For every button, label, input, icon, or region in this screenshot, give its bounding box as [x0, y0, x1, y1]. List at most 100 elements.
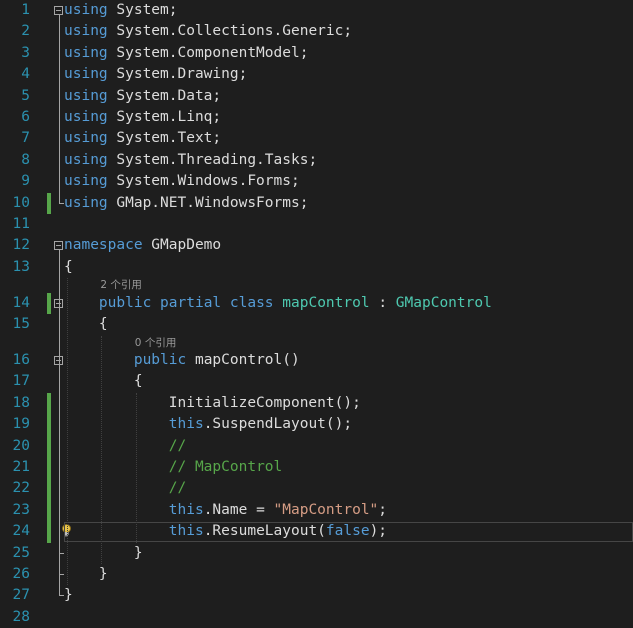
line-number: 16	[12, 352, 30, 368]
code-line[interactable]: // MapControl	[64, 457, 283, 478]
code-line[interactable]: {	[64, 257, 73, 278]
code-line[interactable]: this.ResumeLayout(false);	[64, 521, 387, 542]
code-token-plain: }	[64, 566, 108, 582]
outline-guide-line	[59, 15, 60, 203]
code-line[interactable]: {	[64, 314, 108, 335]
code-editor[interactable]: 1 2 3 4 5 6 7 8 9 10 11 12 13 14 15 16 17 18 19 20 21 22 23 24 2…	[0, 0, 633, 625]
codelens-references[interactable]: 2 个引用	[100, 279, 142, 291]
code-token-plain: System.Linq;	[107, 109, 222, 125]
change-tracking-bar	[47, 292, 51, 315]
line-number: 17	[12, 373, 30, 390]
line-number: 15	[12, 316, 30, 333]
code-line[interactable]: using System.Drawing;	[64, 64, 247, 85]
code-token-keyword: using	[64, 130, 108, 147]
code-line[interactable]: using System;	[64, 0, 178, 21]
line-number: 22	[12, 480, 30, 497]
code-line[interactable]: }	[64, 564, 108, 585]
code-token-plain: ;	[378, 501, 388, 518]
code-line[interactable]: using System.ComponentModel;	[64, 43, 308, 64]
code-token-keyword: using	[64, 44, 108, 61]
change-tracking-bar	[47, 192, 51, 214]
line-number: 18	[12, 394, 30, 411]
collapse-class-icon[interactable]	[54, 298, 63, 308]
line-number: 27	[12, 587, 30, 604]
code-token-keyword: using	[64, 194, 108, 211]
code-text-area[interactable]: using System; using System.Collections.Ge…	[64, 0, 633, 622]
code-token-plain: System;	[107, 2, 178, 18]
line-number: 21	[12, 459, 30, 475]
line-number: 3	[21, 44, 30, 61]
codelens-references[interactable]: 0 个引用	[135, 337, 177, 349]
code-token-plain: System.Data;	[107, 87, 222, 104]
collapse-method-icon[interactable]	[54, 356, 63, 365]
indent-guide	[67, 278, 68, 586]
code-line[interactable]: //	[64, 478, 186, 499]
indent-guide	[101, 335, 103, 564]
code-line[interactable]: using System.Threading.Tasks;	[64, 150, 317, 171]
line-number: 14	[12, 294, 30, 311]
glyph-margin	[30, 0, 71, 622]
code-token-plain: GMapDemo	[142, 237, 222, 254]
line-number: 9	[21, 173, 30, 190]
line-number: 6	[21, 109, 30, 125]
code-line[interactable]: using System.Linq;	[64, 107, 221, 128]
code-token-keyword: false	[325, 523, 370, 540]
collapse-usings-icon[interactable]	[54, 6, 63, 15]
code-token-plain: :	[369, 294, 396, 311]
line-number: 11	[12, 216, 30, 232]
line-number: 23	[12, 501, 30, 518]
code-line[interactable]: //	[64, 436, 186, 457]
line-number: 2	[21, 23, 30, 40]
line-number: 1	[21, 2, 30, 18]
code-token-keyword: public	[133, 352, 187, 368]
code-token-keyword: using	[64, 173, 108, 190]
code-token-plain: System.Threading.Tasks;	[107, 151, 318, 168]
code-token-plain: System.Windows.Forms;	[107, 173, 300, 190]
code-line[interactable]: using System.Data;	[64, 86, 221, 107]
code-token-keyword: this	[168, 501, 204, 518]
indent-guide	[135, 392, 137, 543]
code-line[interactable]: this.SuspendLayout();	[64, 414, 352, 435]
code-line[interactable]: }	[64, 543, 143, 564]
code-line[interactable]: }	[64, 585, 73, 606]
code-line[interactable]: public partial class mapControl : GMapCo…	[64, 293, 492, 314]
code-line[interactable]: this.Name = "MapControl";	[64, 500, 387, 521]
code-token-plain: System.Drawing;	[107, 66, 248, 83]
code-token-keyword: this	[168, 523, 204, 540]
code-token-plain: mapControl()	[186, 352, 300, 368]
code-line[interactable]: {	[64, 371, 143, 392]
code-line[interactable]: using System.Text;	[64, 128, 221, 149]
code-line[interactable]: namespace GMapDemo	[64, 235, 221, 256]
code-line[interactable]: using System.Windows.Forms;	[64, 171, 300, 192]
code-token-comment: // MapControl	[168, 459, 283, 475]
code-token-plain: {	[64, 258, 73, 275]
code-line[interactable]: public mapControl()	[64, 350, 300, 371]
line-number: 28	[12, 608, 30, 625]
line-number: 19	[12, 416, 30, 433]
code-token-keyword: public	[98, 294, 152, 311]
code-line[interactable]: InitializeComponent();	[64, 393, 361, 414]
line-number: 7	[21, 130, 30, 147]
code-token-plain: GMap.NET.WindowsForms;	[107, 194, 309, 211]
code-token-keyword: using	[64, 109, 108, 125]
line-number: 13	[12, 258, 30, 275]
code-token-plain: {	[64, 373, 143, 390]
code-token-comment: //	[168, 480, 187, 497]
line-number: 4	[21, 66, 30, 83]
line-number: 12	[12, 237, 30, 254]
code-token-keyword: partial	[160, 294, 222, 311]
collapse-namespace-icon[interactable]	[54, 241, 63, 251]
line-number: 20	[12, 437, 30, 454]
code-line[interactable]: using GMap.NET.WindowsForms;	[64, 193, 308, 214]
code-token-type: mapControl	[282, 294, 370, 311]
code-token-plain: }	[64, 544, 143, 561]
code-line[interactable]: using System.Collections.Generic;	[64, 21, 352, 42]
